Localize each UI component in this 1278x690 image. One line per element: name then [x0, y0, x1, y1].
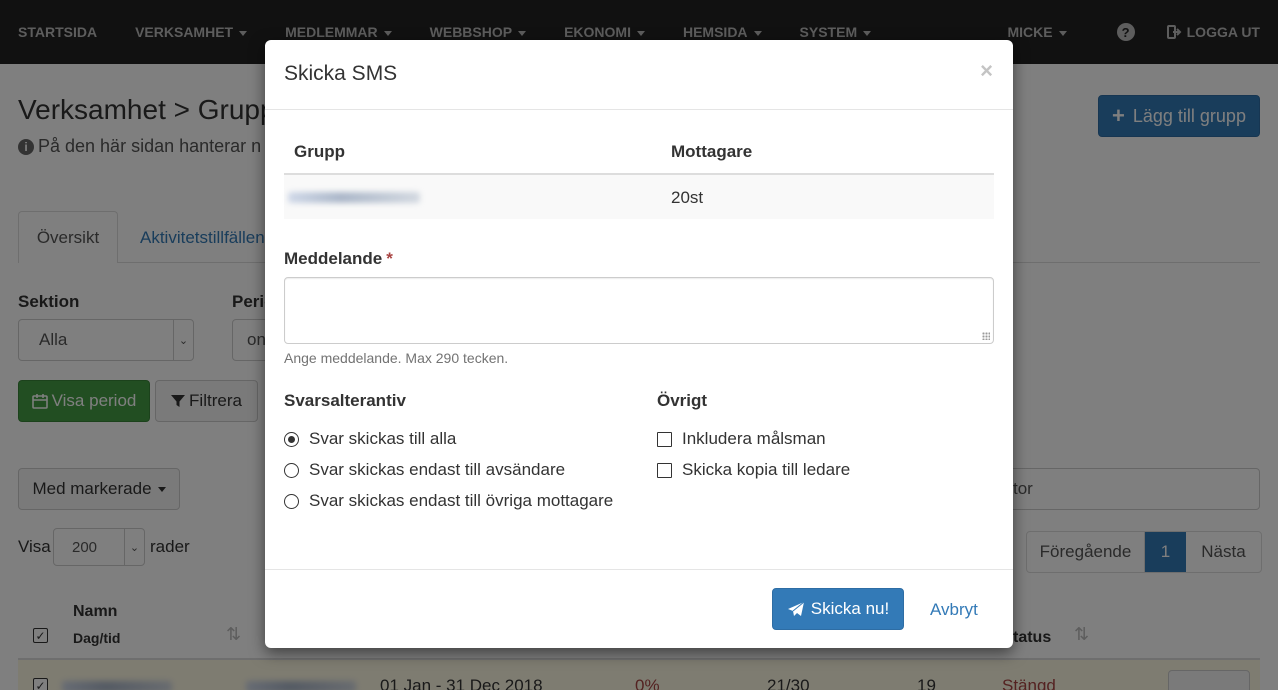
- modal-title: Skicka SMS: [284, 62, 398, 85]
- message-label-text: Meddelande: [284, 249, 383, 268]
- checkbox[interactable]: [657, 431, 672, 447]
- reply-options-label: Svarsalterantiv: [284, 391, 406, 410]
- include-guardian-option[interactable]: Inkludera målsman: [657, 429, 826, 449]
- option-label: Inkludera målsman: [682, 429, 826, 448]
- option-label: Svar skickas endast till avsändare: [309, 460, 566, 479]
- sms-modal: Skicka SMS × Grupp Mottagare 20st Meddel…: [265, 40, 1013, 648]
- required-mark: *: [386, 249, 393, 268]
- reply-option-all[interactable]: Svar skickas till alla: [284, 429, 456, 449]
- option-label: Skicka kopia till ledare: [682, 460, 851, 479]
- reply-option-sender[interactable]: Svar skickas endast till avsändare: [284, 460, 565, 480]
- modal-header: Skicka SMS ×: [265, 40, 1013, 110]
- col-recipients-header: Mottagare: [671, 142, 753, 161]
- message-label: Meddelande *: [284, 249, 393, 269]
- option-label: Svar skickas till alla: [309, 429, 457, 448]
- paper-plane-icon: [787, 601, 805, 616]
- table-row: 20st: [284, 175, 994, 219]
- cancel-link[interactable]: Avbryt: [930, 600, 978, 620]
- message-textarea[interactable]: [284, 277, 994, 344]
- redacted-group-name: [288, 192, 420, 203]
- checkbox[interactable]: [657, 462, 672, 478]
- close-icon[interactable]: ×: [980, 60, 993, 82]
- recipients-count: 20st: [671, 188, 704, 207]
- radio-button[interactable]: [284, 493, 299, 509]
- copy-to-leader-option[interactable]: Skicka kopia till ledare: [657, 460, 850, 480]
- resize-handle-icon[interactable]: [982, 332, 990, 340]
- other-options-label: Övrigt: [657, 391, 708, 410]
- radio-button[interactable]: [284, 431, 299, 447]
- radio-button[interactable]: [284, 462, 299, 478]
- send-now-button[interactable]: Skicka nu!: [772, 588, 904, 630]
- col-group-header: Grupp: [294, 142, 345, 161]
- option-label: Svar skickas endast till övriga mottagar…: [309, 491, 614, 510]
- message-help-text: Ange meddelande. Max 290 tecken.: [284, 350, 509, 366]
- modal-footer-divider: [265, 569, 1013, 570]
- send-label: Skicka nu!: [810, 599, 890, 618]
- reply-option-others[interactable]: Svar skickas endast till övriga mottagar…: [284, 491, 613, 511]
